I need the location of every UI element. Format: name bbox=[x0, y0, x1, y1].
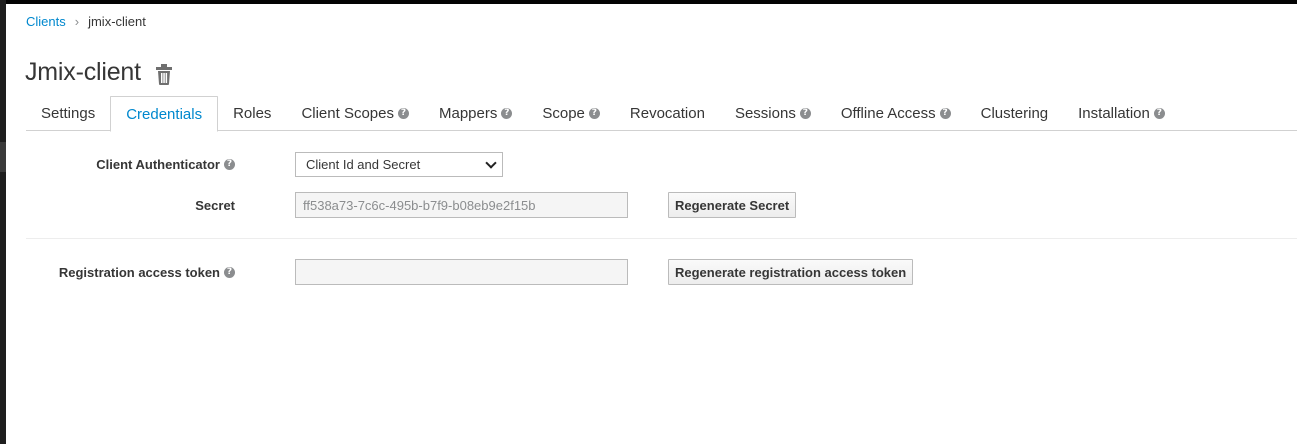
regenerate-secret-button[interactable]: Regenerate Secret bbox=[668, 192, 797, 218]
help-icon[interactable]: ? bbox=[939, 108, 951, 119]
client-authenticator-label-text: Client Authenticator bbox=[96, 157, 220, 172]
tab-scope[interactable]: Scope? bbox=[527, 96, 615, 131]
secret-label-text: Secret bbox=[195, 197, 235, 213]
page-title: Jmix-client bbox=[25, 58, 141, 86]
tab-credentials[interactable]: Credentials bbox=[110, 96, 219, 132]
tab-sessions[interactable]: Sessions? bbox=[720, 96, 826, 131]
breadcrumb: Clients › jmix-client bbox=[26, 14, 146, 29]
tab-revocation[interactable]: Revocation bbox=[615, 96, 720, 131]
tab-label: Sessions bbox=[734, 105, 796, 122]
secret-value: ff538a73-7c6c-495b-b7f9-b08eb9e2f15b bbox=[303, 197, 536, 213]
help-icon[interactable]: ? bbox=[224, 159, 235, 170]
tab-roles[interactable]: Roles bbox=[218, 96, 286, 131]
registration-token-field[interactable] bbox=[295, 259, 628, 285]
tab-mappers[interactable]: Mappers? bbox=[424, 96, 527, 131]
tab-label: Revocation bbox=[629, 105, 705, 122]
tab-label: Roles bbox=[233, 105, 272, 122]
registration-token-row: Registration access token ? Regenerate r… bbox=[26, 259, 914, 285]
regenerate-token-button[interactable]: Regenerate registration access token bbox=[668, 259, 914, 285]
help-icon[interactable]: ? bbox=[224, 266, 235, 278]
help-icon[interactable]: ? bbox=[799, 108, 811, 119]
tab-installation[interactable]: Installation? bbox=[1063, 96, 1180, 131]
tab-label: Mappers bbox=[439, 105, 498, 122]
breadcrumb-clients-link[interactable]: Clients bbox=[26, 14, 66, 29]
tab-label: Offline Access bbox=[840, 105, 936, 122]
tab-label: Settings bbox=[41, 105, 96, 122]
registration-token-label: Registration access token ? bbox=[26, 265, 235, 280]
tab-client-scopes[interactable]: Client Scopes? bbox=[286, 96, 424, 131]
tab-label: Clustering bbox=[980, 105, 1049, 122]
section-divider bbox=[26, 238, 1297, 239]
client-authenticator-select[interactable]: Client Id and Secret bbox=[295, 152, 503, 177]
chevron-down-icon bbox=[485, 157, 497, 169]
tab-label: Scope bbox=[542, 105, 585, 122]
main-content: Clients › jmix-client Jmix-client Settin… bbox=[6, 4, 1297, 444]
tab-offline-access[interactable]: Offline Access? bbox=[826, 96, 966, 131]
breadcrumb-separator: › bbox=[74, 14, 80, 29]
client-authenticator-value: Client Id and Secret bbox=[306, 157, 421, 172]
tab-label: Credentials bbox=[126, 105, 203, 123]
help-icon[interactable]: ? bbox=[1153, 108, 1165, 119]
registration-token-label-text: Registration access token bbox=[58, 264, 220, 280]
secret-field[interactable]: ff538a73-7c6c-495b-b7f9-b08eb9e2f15b bbox=[295, 192, 628, 218]
client-authenticator-label: Client Authenticator ? bbox=[26, 157, 235, 172]
client-authenticator-row: Client Authenticator ? Client Id and Sec… bbox=[26, 152, 503, 177]
secret-row: Secret ff538a73-7c6c-495b-b7f9-b08eb9e2f… bbox=[26, 192, 797, 218]
trash-icon[interactable] bbox=[155, 63, 173, 86]
tab-clustering[interactable]: Clustering bbox=[966, 96, 1064, 131]
title-row: Jmix-client bbox=[25, 58, 173, 87]
secret-label: Secret bbox=[26, 198, 235, 213]
help-icon[interactable]: ? bbox=[398, 108, 409, 119]
tab-bar: Settings Credentials Roles Client Scopes… bbox=[26, 96, 1297, 132]
tab-label: Client Scopes bbox=[301, 105, 394, 122]
tab-label: Installation bbox=[1078, 105, 1150, 122]
breadcrumb-current: jmix-client bbox=[88, 14, 146, 29]
tab-settings[interactable]: Settings bbox=[26, 96, 110, 131]
help-icon[interactable]: ? bbox=[501, 108, 513, 119]
help-icon[interactable]: ? bbox=[588, 108, 600, 119]
